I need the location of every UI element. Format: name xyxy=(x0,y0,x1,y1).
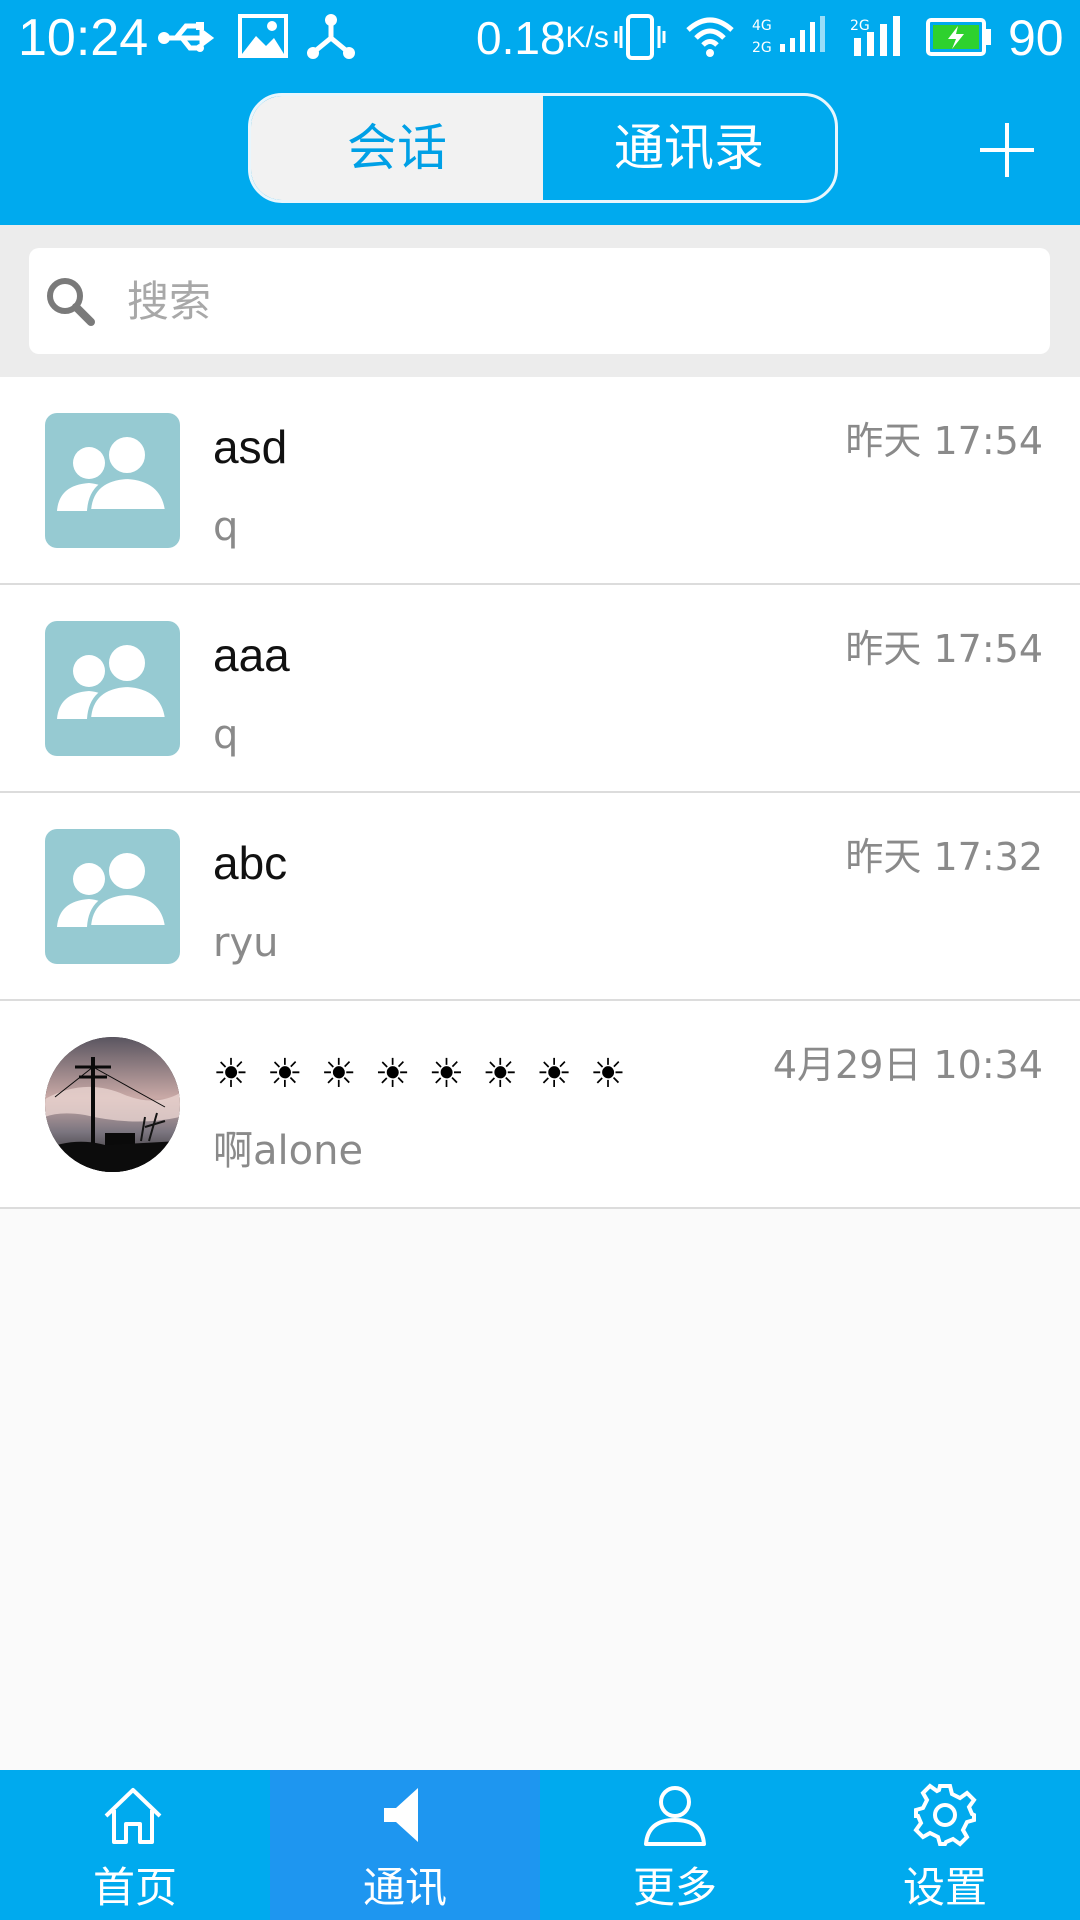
conversation-preview: 啊alone xyxy=(213,1128,364,1174)
battery-level: 90 xyxy=(1008,10,1064,66)
home-icon xyxy=(104,1788,162,1844)
svg-text:4G: 4G xyxy=(752,18,772,34)
wifi-icon xyxy=(686,17,734,57)
plus-icon[interactable] xyxy=(972,115,1042,185)
header-bar: 会话 通讯录 xyxy=(0,75,1080,225)
nav-label: 首页 xyxy=(92,1863,177,1912)
nav-more[interactable]: 更多 xyxy=(540,1770,810,1920)
segment-control: 会话 通讯录 xyxy=(248,93,838,203)
status-time: 10:24 xyxy=(18,9,149,67)
tab-contacts[interactable]: 通讯录 xyxy=(543,96,835,200)
conversation-time: 昨天 17:32 xyxy=(845,835,1043,879)
tab-conversations[interactable]: 会话 xyxy=(251,96,543,200)
battery-charging-icon xyxy=(926,18,991,56)
nav-home[interactable]: 首页 xyxy=(0,1770,270,1920)
list-item[interactable]: aaa 昨天 17:54 q xyxy=(0,585,1080,793)
bottom-navigation: 首页 通讯 更多 设置 xyxy=(0,1770,1080,1920)
share-icon xyxy=(307,14,355,59)
conversation-time: 4月29日 10:34 xyxy=(772,1043,1043,1087)
conversation-preview: q xyxy=(213,504,239,550)
vibrate-icon xyxy=(614,14,666,60)
search-input[interactable] xyxy=(117,248,1037,354)
list-item[interactable]: ☀☀☀☀☀☀☀☀ 4月29日 10:34 啊alone xyxy=(0,1001,1080,1209)
conversation-name: asd xyxy=(213,421,288,473)
nav-label: 更多 xyxy=(632,1863,717,1912)
image-icon xyxy=(238,14,288,58)
network-speed: 0.18K/s xyxy=(476,12,609,64)
conversation-preview: ryu xyxy=(213,920,279,966)
nav-label: 设置 xyxy=(902,1863,987,1912)
4g-2g-signal-icon: 4G 2G xyxy=(752,16,825,56)
list-item[interactable]: abc 昨天 17:32 ryu xyxy=(0,793,1080,1001)
2g-signal-icon: 2G xyxy=(850,16,900,56)
nav-messages[interactable]: 通讯 xyxy=(270,1770,540,1920)
search-icon xyxy=(47,278,95,326)
group-avatar-icon xyxy=(45,621,180,756)
speaker-icon xyxy=(384,1788,418,1842)
conversation-time: 昨天 17:54 xyxy=(845,627,1043,671)
nav-settings[interactable]: 设置 xyxy=(810,1770,1080,1920)
conversation-preview: q xyxy=(213,712,239,758)
status-bar: 10:24 0.18K/s 4G 2G 2G 90 xyxy=(0,0,1080,75)
group-avatar-icon xyxy=(45,413,180,548)
usb-icon xyxy=(158,22,215,52)
conversation-name: ☀☀☀☀☀☀☀☀ xyxy=(213,1041,644,1104)
gear-icon xyxy=(913,1783,977,1847)
search-area xyxy=(0,225,1080,377)
list-item[interactable]: asd 昨天 17:54 q xyxy=(0,377,1080,585)
svg-text:2G: 2G xyxy=(752,40,772,56)
group-avatar-icon xyxy=(45,829,180,964)
svg-text:2G: 2G xyxy=(850,18,870,34)
conversation-name: abc xyxy=(213,837,288,889)
sun-symbols: ☀☀☀☀☀☀☀☀ xyxy=(213,1051,644,1097)
person-icon xyxy=(644,1786,706,1846)
conversation-list: asd 昨天 17:54 q aaa 昨天 17:54 q abc 昨天 17:… xyxy=(0,377,1080,1209)
photo-avatar xyxy=(45,1037,180,1172)
conversation-time: 昨天 17:54 xyxy=(845,419,1043,463)
search-box[interactable] xyxy=(29,248,1050,354)
conversation-name: aaa xyxy=(213,629,290,681)
app-screen: 10:24 0.18K/s 4G 2G 2G 90 会话 通讯录 搜索 asd … xyxy=(0,0,1080,1920)
nav-label: 通讯 xyxy=(362,1863,447,1912)
